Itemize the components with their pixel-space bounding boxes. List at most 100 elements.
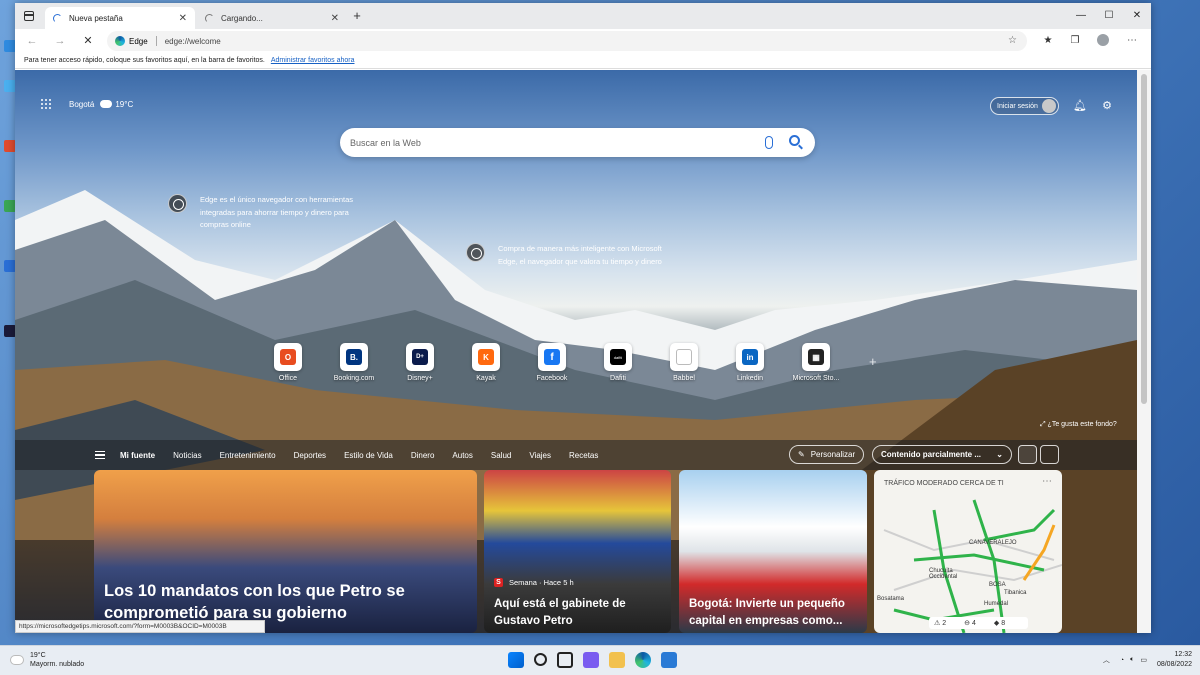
manage-favorites-link[interactable]: Administrar favoritos ahora xyxy=(271,57,355,64)
info-hotspot[interactable]: Edge es el único navegador con herramien… xyxy=(168,194,368,232)
signin-button[interactable]: Iniciar sesión xyxy=(990,97,1059,115)
personalize-button[interactable]: ✎ Personalizar xyxy=(789,445,865,464)
tab-title: Cargando... xyxy=(221,13,263,23)
close-window-button[interactable]: ✕ xyxy=(1123,3,1151,29)
quick-link-facebook[interactable]: f Facebook xyxy=(519,343,585,382)
quick-link-microsoft-store[interactable]: ▦ Microsoft Sto... xyxy=(783,343,849,382)
map-label: CANAVERALEJO xyxy=(969,540,1017,546)
more-menu-icon[interactable]: ⋯ xyxy=(1125,34,1139,48)
incident-stat: ⚠ 2 xyxy=(934,620,947,627)
new-tab-button[interactable]: + xyxy=(349,8,365,24)
minimize-button[interactable]: — xyxy=(1067,3,1095,29)
start-menu-icon[interactable] xyxy=(508,652,524,668)
news-card[interactable]: S Semana · Hace 5 h Aquí está el gabinet… xyxy=(484,470,671,633)
notifications-bell-icon[interactable]: 🔔︎ xyxy=(1073,99,1087,113)
edge-icon[interactable] xyxy=(635,652,651,668)
chat-icon[interactable] xyxy=(583,652,599,668)
tab-entretenimiento[interactable]: Entretenimiento xyxy=(220,451,276,460)
tab-estilo-de-vida[interactable]: Estilo de Vida xyxy=(344,451,393,460)
add-favorite-icon[interactable]: ☆ xyxy=(1008,35,1017,46)
task-view-icon[interactable] xyxy=(557,652,573,668)
close-tab-icon[interactable]: ✕ xyxy=(179,13,187,24)
volume-icon[interactable]: 🔈︎ xyxy=(1130,656,1134,664)
tab-new-tab[interactable]: Nueva pestaña ✕ xyxy=(45,7,195,29)
close-tab-icon[interactable]: ✕ xyxy=(331,13,339,24)
favorites-bar: Para tener acceso rápido, coloque sus fa… xyxy=(15,53,1151,69)
feed-navigation-bar: Mi fuente Noticias Entretenimiento Depor… xyxy=(15,440,1137,470)
search-icon[interactable] xyxy=(789,135,800,146)
back-button[interactable]: ← xyxy=(23,32,41,50)
list-view-button[interactable] xyxy=(1040,445,1059,464)
quick-link-booking[interactable]: B. Booking.com xyxy=(321,343,387,382)
store-icon: ▦ xyxy=(808,349,824,365)
tab-viajes[interactable]: Viajes xyxy=(529,451,551,460)
menu-icon[interactable] xyxy=(95,451,105,459)
tab-noticias[interactable]: Noticias xyxy=(173,451,201,460)
news-card[interactable]: Los 10 mandatos con los que Petro se com… xyxy=(94,470,477,633)
collections-icon[interactable]: ❐ xyxy=(1068,34,1082,48)
quick-link-label: Kayak xyxy=(476,375,496,382)
quick-link-office[interactable]: O Office xyxy=(255,343,321,382)
content-visibility-value: Contenido parcialmente ... xyxy=(881,450,982,459)
tab-salud[interactable]: Salud xyxy=(491,451,511,460)
chevron-up-icon[interactable]: ︿ xyxy=(1103,655,1110,665)
like-background-link[interactable]: ⤢ ¿Te gusta este fondo? xyxy=(1040,421,1117,429)
tab-recetas[interactable]: Recetas xyxy=(569,451,598,460)
page-scrollbar[interactable] xyxy=(1137,70,1151,633)
quick-link-kayak[interactable]: K Kayak xyxy=(453,343,519,382)
url-text[interactable]: edge://welcome xyxy=(165,37,221,46)
info-hotspot[interactable]: Compra de manera más inteligente con Mic… xyxy=(466,243,666,268)
clock-time: 12:32 xyxy=(1174,651,1192,658)
favorites-icon[interactable]: ★ xyxy=(1041,34,1055,48)
dafiti-icon: dafiti xyxy=(610,349,626,365)
wifi-icon[interactable]: ◔ xyxy=(1120,657,1124,664)
tab-strip: Nueva pestaña ✕ Cargando... ✕ + — ☐ ✕ xyxy=(15,3,1151,29)
clock[interactable]: 12:32 08/08/2022 xyxy=(1157,650,1192,670)
map-label: Humedal xyxy=(984,601,1009,607)
construction-stat: ◆ 8 xyxy=(993,620,1006,627)
more-options-icon[interactable]: ⋯ xyxy=(1042,476,1052,487)
content-visibility-dropdown[interactable]: Contenido parcialmente ... ⌄ xyxy=(872,445,1012,464)
taskbar-weather-widget[interactable]: 19°C Mayorm. nublado xyxy=(10,651,84,669)
browser-window: Nueva pestaña ✕ Cargando... ✕ + — ☐ ✕ ← … xyxy=(15,3,1151,633)
settings-gear-icon[interactable]: ⚙ xyxy=(1100,99,1114,113)
quick-link-babbel[interactable]: Babbel xyxy=(651,343,717,382)
stop-button[interactable]: ✕ xyxy=(79,32,97,50)
news-source-label: Semana · Hace 5 h xyxy=(509,578,574,587)
store-icon[interactable] xyxy=(661,652,677,668)
taskbar-weather-desc: Mayorm. nublado xyxy=(30,661,85,668)
favorites-bar-hint: Para tener acceso rápido, coloque sus fa… xyxy=(24,57,265,64)
weather-temperature[interactable]: 19°C xyxy=(115,100,133,109)
add-quick-link-icon[interactable]: + xyxy=(869,354,877,369)
battery-icon[interactable]: ▭ xyxy=(1140,656,1147,664)
file-explorer-icon[interactable] xyxy=(609,652,625,668)
profile-button[interactable] xyxy=(1097,34,1111,48)
quick-link-disney[interactable]: D+ Disney+ xyxy=(387,343,453,382)
quick-link-tile: f xyxy=(538,343,566,371)
traffic-card[interactable]: TRÁFICO MODERADO CERCA DE TI ⋯ CANAVERAL… xyxy=(874,470,1062,633)
tab-actions-button[interactable] xyxy=(19,8,39,24)
tab-mi-fuente[interactable]: Mi fuente xyxy=(120,451,155,460)
search-icon[interactable] xyxy=(534,653,547,666)
quick-link-linkedin[interactable]: in Linkedin xyxy=(717,343,783,382)
window-controls: — ☐ ✕ xyxy=(1067,3,1151,29)
address-bar[interactable]: Edge edge://welcome ☆ xyxy=(107,31,1027,51)
forward-button[interactable]: → xyxy=(51,32,69,50)
grid-view-button[interactable] xyxy=(1018,445,1037,464)
weather-location[interactable]: Bogotá xyxy=(69,100,94,109)
web-search-input[interactable]: Buscar en la Web xyxy=(340,128,815,157)
app-launcher-icon[interactable] xyxy=(41,99,51,109)
quick-link-tile: dafiti xyxy=(604,343,632,371)
site-label: Edge xyxy=(129,36,148,46)
avatar xyxy=(1097,34,1109,46)
tab-loading[interactable]: Cargando... ✕ xyxy=(197,7,347,29)
maximize-button[interactable]: ☐ xyxy=(1095,3,1123,29)
tab-deportes[interactable]: Deportes xyxy=(294,451,326,460)
quick-link-dafiti[interactable]: dafiti Dafiti xyxy=(585,343,651,382)
taskbar: 19°C Mayorm. nublado ︿ ◔ 🔈︎ ▭ 12:32 08/0… xyxy=(0,645,1200,675)
tab-autos[interactable]: Autos xyxy=(452,451,472,460)
tab-dinero[interactable]: Dinero xyxy=(411,451,435,460)
news-card[interactable]: Bogotá: Invierte un pequeño capital en e… xyxy=(679,470,867,633)
scrollbar-thumb[interactable] xyxy=(1141,74,1147,404)
microphone-icon[interactable] xyxy=(765,136,773,149)
